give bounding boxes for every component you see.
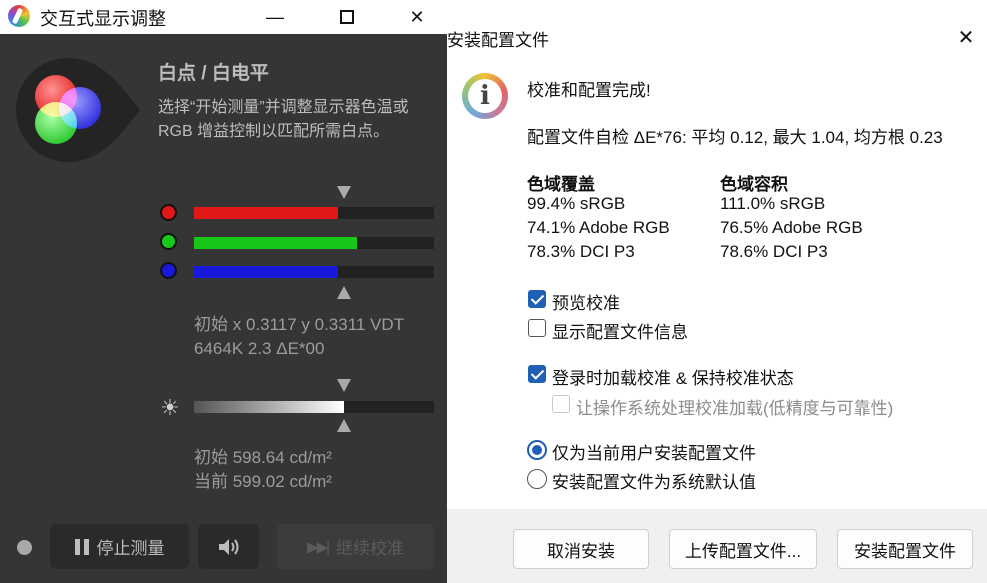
luminance-current-readout: 当前 599.02 cd/m²: [194, 472, 332, 491]
blue-channel-dot: [160, 262, 177, 279]
gamut-volume-adobe-rgb: 76.5% Adobe RGB: [720, 218, 863, 237]
load-on-login-checkbox[interactable]: [528, 365, 546, 383]
brightness-icon: ☀: [160, 395, 180, 420]
status-indicator: [17, 540, 32, 555]
gamut-volume-dci-p3: 78.6% DCI P3: [720, 242, 828, 261]
info-icon: i: [462, 73, 508, 119]
luminance-level-fill: [194, 401, 344, 413]
stop-measurement-button[interactable]: 停止测量: [50, 524, 189, 569]
speaker-icon: [218, 538, 238, 555]
gamut-volume-srgb: 111.0% sRGB: [720, 194, 826, 213]
pause-icon: [74, 538, 89, 555]
maximize-icon[interactable]: [324, 0, 370, 34]
install-profile-button[interactable]: 安装配置文件: [837, 529, 973, 569]
os-handles-calibration-label[interactable]: 让操作系统处理校准加载(低精度与可靠性): [576, 394, 893, 419]
os-handles-calibration-checkbox[interactable]: [552, 395, 570, 413]
luminance-initial-readout: 初始 598.64 cd/m²: [194, 448, 332, 467]
preview-calibration-checkbox[interactable]: [528, 290, 546, 308]
red-channel-dot: [160, 204, 177, 221]
app-logo-icon: [8, 5, 30, 27]
completion-message: 校准和配置完成!: [527, 81, 651, 100]
luminance-target-marker-top: [337, 379, 351, 392]
profile-selfcheck-text: 配置文件自检 ΔE*76: 平均 0.12, 最大 1.04, 均方根 0.23: [527, 128, 943, 147]
target-marker-top: [337, 186, 351, 199]
gamut-coverage-header: 色域覆盖: [527, 175, 595, 194]
sound-toggle-button[interactable]: [198, 524, 259, 569]
install-profile-dialog: 安装配置文件 ✕ i 校准和配置完成! 配置文件自检 ΔE*76: 平均 0.1…: [447, 24, 987, 583]
section-heading: 白点 / 白电平: [158, 63, 269, 84]
green-channel-bar: [194, 237, 434, 249]
preview-calibration-label[interactable]: 预览校准: [552, 289, 620, 314]
red-level-fill: [194, 207, 338, 219]
interactive-display-adjustment-window: 交互式显示调整 — ✕ 白点 / 白电平 选择“开始测量”并调整显示器色温或 R…: [0, 0, 447, 583]
gamut-volume-header: 色域容积: [720, 175, 788, 194]
close-icon[interactable]: ✕: [394, 0, 440, 34]
red-channel-bar: [194, 207, 434, 219]
blue-level-fill: [194, 266, 338, 278]
window-title: 交互式显示调整: [40, 9, 166, 29]
show-profile-info-label[interactable]: 显示配置文件信息: [552, 318, 688, 343]
whitepoint-readout-line-1: 初始 x 0.3117 y 0.3311 VDT: [194, 315, 405, 334]
install-system-default-label[interactable]: 安装配置文件为系统默认值: [552, 468, 756, 493]
instructions-text: 选择“开始测量”并调整显示器色温或 RGB 增益控制以匹配所需白点。: [158, 99, 409, 140]
dialog-close-icon[interactable]: ✕: [951, 24, 981, 50]
blue-channel-bar: [194, 266, 434, 278]
title-bar: 交互式显示调整 — ✕: [0, 0, 447, 34]
luminance-bar: [194, 401, 434, 413]
continue-calibration-label: 继续校准: [335, 539, 404, 558]
load-on-login-label[interactable]: 登录时加载校准 & 保持校准状态: [552, 364, 794, 389]
cancel-install-button[interactable]: 取消安装: [513, 529, 649, 569]
gamut-coverage-adobe-rgb: 74.1% Adobe RGB: [527, 218, 670, 237]
install-current-user-label[interactable]: 仅为当前用户安装配置文件: [552, 439, 756, 464]
rgb-circles-icon: [16, 58, 140, 162]
dialog-title: 安装配置文件: [447, 31, 549, 50]
upload-profile-button[interactable]: 上传配置文件...: [669, 529, 817, 569]
install-system-default-radio[interactable]: [527, 469, 547, 489]
target-marker-bottom: [337, 286, 351, 299]
green-level-fill: [194, 237, 358, 249]
minimize-icon[interactable]: —: [252, 0, 298, 34]
luminance-target-marker-bottom: [337, 419, 351, 432]
gamut-coverage-dci-p3: 78.3% DCI P3: [527, 242, 635, 261]
stop-measurement-label: 停止测量: [96, 539, 165, 558]
continue-calibration-button[interactable]: ▶▶| 继续校准: [277, 524, 434, 569]
skip-forward-icon: ▶▶|: [307, 538, 330, 556]
show-profile-info-checkbox[interactable]: [528, 319, 546, 337]
green-channel-dot: [160, 233, 177, 250]
install-current-user-radio[interactable]: [527, 440, 547, 460]
whitepoint-readout-line-2: 6464K 2.3 ΔE*00: [194, 339, 325, 358]
gamut-coverage-srgb: 99.4% sRGB: [527, 194, 626, 213]
